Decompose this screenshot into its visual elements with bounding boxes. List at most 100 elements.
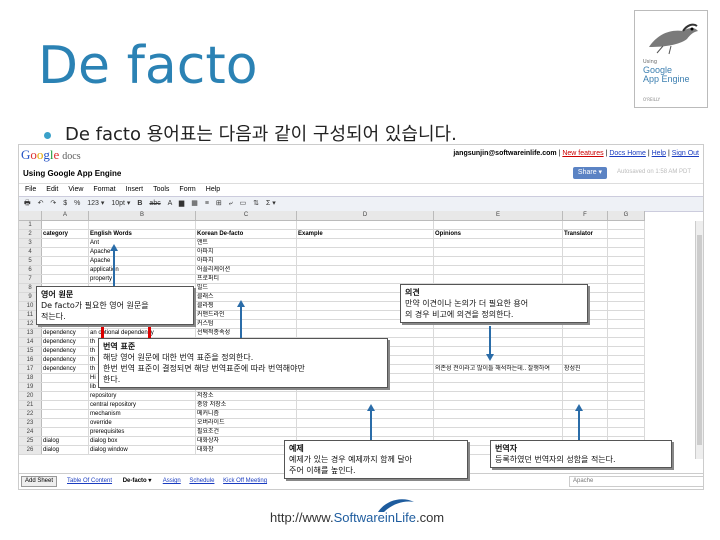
table-cell[interactable]	[563, 248, 608, 256]
row-number[interactable]: 2	[19, 230, 42, 238]
row-number[interactable]: 15	[19, 347, 42, 355]
table-cell[interactable]: dependency	[42, 338, 89, 346]
sum-dropdown[interactable]: Σ ▾	[266, 200, 276, 207]
table-cell[interactable]: dependency	[42, 347, 89, 355]
table-cell[interactable]	[608, 419, 645, 427]
row-number[interactable]: 17	[19, 365, 42, 373]
number-format-dropdown[interactable]: 123 ▾	[87, 200, 104, 207]
column-header[interactable]: F	[563, 211, 608, 221]
text-color-icon[interactable]: A	[168, 200, 172, 207]
table-cell[interactable]: Opinions	[434, 230, 563, 238]
row-number[interactable]: 4	[19, 248, 42, 256]
table-cell[interactable]: mechanism	[89, 410, 196, 418]
table-cell[interactable]	[563, 338, 608, 346]
row-number[interactable]: 24	[19, 428, 42, 436]
table-cell[interactable]	[297, 239, 434, 247]
row-number[interactable]: 19	[19, 383, 42, 391]
table-cell[interactable]: 클라찡	[196, 302, 297, 310]
table-cell[interactable]	[563, 383, 608, 391]
strikethrough-button[interactable]: abc	[149, 200, 160, 207]
undo-icon[interactable]: ↶	[38, 200, 44, 207]
table-cell[interactable]: dialog	[42, 437, 89, 445]
table-cell[interactable]	[42, 410, 89, 418]
table-cell[interactable]	[608, 347, 645, 355]
table-cell[interactable]: 의존성 전이라고 많이들 해석하는데.. 잘쟁하여	[434, 365, 563, 373]
table-cell[interactable]	[434, 266, 563, 274]
table-cell[interactable]	[608, 410, 645, 418]
menu-help[interactable]: Help	[206, 186, 220, 193]
table-cell[interactable]: 빌드	[196, 284, 297, 292]
table-cell[interactable]	[42, 392, 89, 400]
table-cell[interactable]	[297, 275, 434, 283]
percent-button[interactable]: %	[74, 200, 80, 207]
table-cell[interactable]: prerequisites	[89, 428, 196, 436]
row-number[interactable]: 7	[19, 275, 42, 283]
table-cell[interactable]	[297, 266, 434, 274]
table-cell[interactable]	[608, 248, 645, 256]
table-cell[interactable]	[563, 356, 608, 364]
align-icon[interactable]: ≡	[205, 200, 209, 207]
table-cell[interactable]	[42, 428, 89, 436]
table-cell[interactable]: property	[89, 275, 196, 283]
table-cell[interactable]	[42, 248, 89, 256]
table-cell[interactable]	[42, 239, 89, 247]
menu-format[interactable]: Format	[93, 186, 115, 193]
table-cell[interactable]	[563, 410, 608, 418]
row-number[interactable]: 3	[19, 239, 42, 247]
table-cell[interactable]: 중앙 저장소	[196, 401, 297, 409]
wrap-icon[interactable]: ⤶	[229, 200, 233, 207]
table-cell[interactable]: 클래스	[196, 293, 297, 301]
table-cell[interactable]	[297, 248, 434, 256]
table-cell[interactable]	[563, 221, 608, 229]
table-cell[interactable]	[563, 401, 608, 409]
table-cell[interactable]	[608, 365, 645, 373]
table-cell[interactable]	[608, 329, 645, 337]
table-cell[interactable]	[297, 392, 434, 400]
table-cell[interactable]: 대화상자	[196, 437, 297, 445]
table-cell[interactable]	[563, 275, 608, 283]
table-cell[interactable]	[563, 239, 608, 247]
print-icon[interactable]: 🖶	[24, 200, 31, 207]
sheet-search-input[interactable]: Apache	[569, 476, 703, 487]
table-cell[interactable]: 필요조건	[196, 428, 297, 436]
table-cell[interactable]	[608, 284, 645, 292]
insert-icon[interactable]: ▭	[240, 200, 247, 207]
table-cell[interactable]	[434, 410, 563, 418]
fill-color-icon[interactable]: ▆	[179, 200, 184, 207]
table-cell[interactable]	[434, 419, 563, 427]
table-cell[interactable]: override	[89, 419, 196, 427]
table-cell[interactable]	[434, 329, 563, 337]
table-cell[interactable]: 아파치	[196, 257, 297, 265]
table-cell[interactable]	[297, 329, 434, 337]
table-cell[interactable]	[608, 383, 645, 391]
table-cell[interactable]	[608, 428, 645, 436]
menu-edit[interactable]: Edit	[46, 186, 58, 193]
row-number[interactable]: 26	[19, 446, 42, 454]
table-cell[interactable]	[297, 428, 434, 436]
table-cell[interactable]	[297, 257, 434, 265]
table-cell[interactable]	[434, 374, 563, 382]
table-cell[interactable]: English Words	[89, 230, 196, 238]
table-cell[interactable]: 아파치	[196, 248, 297, 256]
table-cell[interactable]: 저장소	[196, 392, 297, 400]
table-cell[interactable]	[608, 356, 645, 364]
table-cell[interactable]	[608, 293, 645, 301]
table-cell[interactable]	[42, 419, 89, 427]
bold-button[interactable]: B	[137, 200, 142, 207]
table-cell[interactable]	[563, 257, 608, 265]
table-cell[interactable]	[563, 419, 608, 427]
table-cell[interactable]	[608, 302, 645, 310]
table-cell[interactable]: dialog window	[89, 446, 196, 454]
table-cell[interactable]: Example	[297, 230, 434, 238]
share-button[interactable]: Share ▾	[573, 167, 607, 179]
table-cell[interactable]: Apache	[89, 248, 196, 256]
table-cell[interactable]	[563, 329, 608, 337]
row-number[interactable]: 6	[19, 266, 42, 274]
menu-form[interactable]: Form	[179, 186, 195, 193]
row-number[interactable]: 21	[19, 401, 42, 409]
tab-schedule[interactable]: Schedule	[189, 478, 214, 484]
table-cell[interactable]	[434, 356, 563, 364]
table-cell[interactable]	[563, 374, 608, 382]
font-size-dropdown[interactable]: 10pt ▾	[111, 200, 130, 207]
table-cell[interactable]	[89, 221, 196, 229]
